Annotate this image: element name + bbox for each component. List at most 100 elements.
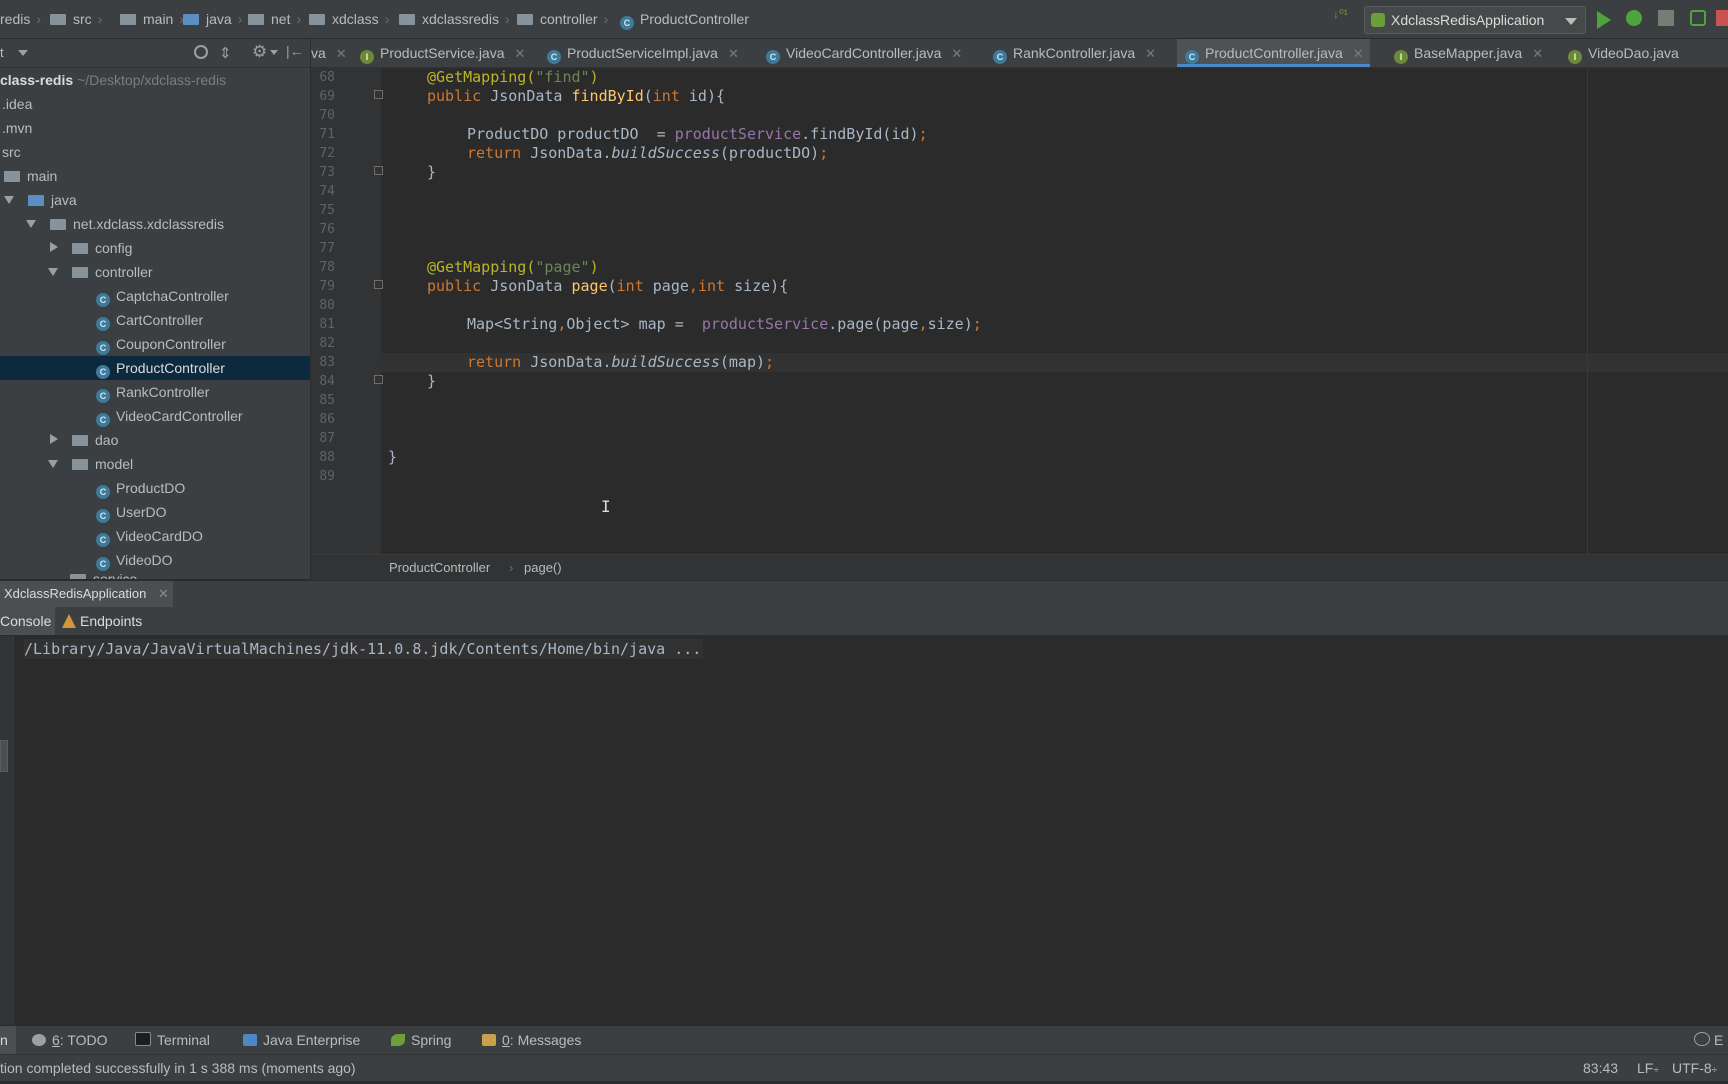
tree-item-mvn[interactable]: .mvn [2,116,32,140]
tree-item-class[interactable]: C CartController [96,308,203,332]
code-line: @GetMapping("page") [427,258,599,276]
tree-item-class[interactable]: C VideoCardDO [96,524,203,548]
breadcrumb-item[interactable]: controller › [517,0,608,38]
chevron-down-icon[interactable] [48,268,58,276]
locate-icon[interactable] [194,45,208,59]
class-icon: C [96,533,110,547]
tree-item-model[interactable]: model [48,452,133,476]
line-number: 79 [319,279,335,294]
tree-item-class[interactable]: C CaptchaController [96,284,229,308]
close-icon[interactable]: ✕ [515,46,526,61]
class-icon: C [620,16,634,30]
tree-item-class-selected[interactable]: C ProductController [0,356,310,380]
close-icon[interactable]: ✕ [1353,46,1364,61]
line-number: 72 [319,146,335,161]
run-tab[interactable]: XdclassRedisApplication ✕ [0,581,173,607]
editor-tab[interactable]: I VideoDao.java [1568,39,1679,67]
stop-icon[interactable] [1716,10,1728,26]
breadcrumb-item[interactable]: net › [248,0,301,38]
editor-tab[interactable]: I BaseMapper.java ✕ [1394,39,1543,67]
breadcrumb-item[interactable]: src › [50,0,102,38]
editor-tab[interactable]: C RankController.java ✕ [993,39,1156,67]
chevron-down-icon[interactable] [48,460,58,468]
toolwindow-terminal[interactable]: Terminal [135,1026,210,1054]
editor-tab-active[interactable]: C ProductController.java ✕ [1177,39,1370,67]
close-icon[interactable]: ✕ [1532,46,1543,61]
tree-item-class[interactable]: C UserDO [96,500,167,524]
chevron-right-icon[interactable] [50,434,58,444]
chevron-right-icon[interactable] [50,242,58,252]
package-icon [72,243,88,254]
editor-breadcrumb-method[interactable]: page() [524,555,562,581]
coverage-icon[interactable] [1658,10,1674,26]
tool-window-bar: n 6: TODO Terminal Java Enterprise Sprin… [0,1025,1728,1054]
tree-item-dao[interactable]: dao [50,428,118,452]
editor-tab[interactable]: va ✕ [311,39,347,67]
toolwindow-messages[interactable]: 0: Messages [482,1026,581,1054]
tree-item-java[interactable]: java [4,188,77,212]
folder-icon [120,14,136,25]
fold-icon[interactable] [374,280,383,289]
toolwindow-event-log[interactable]: E [1694,1026,1723,1054]
code-editor[interactable]: 68 69 70 71 72 73 74 75 76 77 78 79 80 8… [311,68,1728,554]
run-configuration-select[interactable]: XdclassRedisApplication [1364,6,1586,34]
fold-icon[interactable] [374,375,383,384]
gear-icon[interactable]: ⚙ [252,42,267,62]
tree-item-class[interactable]: C VideoDO [96,548,173,572]
status-message[interactable]: tion completed successfully in 1 s 388 m… [0,1055,356,1081]
tree-item-class[interactable]: C ProductDO [96,476,185,500]
project-root-path: ~/Desktop/xdclass-redis [77,72,227,88]
fold-icon[interactable] [374,166,383,175]
package-icon [248,14,264,25]
fold-icon[interactable] [374,90,383,99]
tree-item-project-root[interactable]: class-redis ~/Desktop/xdclass-redis [0,68,226,92]
breadcrumb-item[interactable]: xdclass › [309,0,389,38]
line-number: 89 [319,469,335,484]
chevron-down-icon[interactable] [270,50,278,55]
close-icon[interactable]: ✕ [1145,46,1156,61]
tab-console[interactable]: Console [0,607,56,635]
chevron-down-icon[interactable] [4,196,14,204]
close-icon[interactable]: ✕ [158,586,169,601]
rerun-icon[interactable] [1690,10,1706,26]
toolwindow-run[interactable]: n [0,1026,16,1054]
tree-item-src[interactable]: src [2,140,21,164]
debug-icon[interactable] [1626,10,1642,26]
tree-item-config[interactable]: config [50,236,132,260]
tree-item-class[interactable]: C CouponController [96,332,226,356]
editor-tab[interactable]: I ProductService.java ✕ [360,39,525,67]
breadcrumb-item[interactable]: main › [120,0,184,38]
console-side-handle[interactable] [0,740,8,772]
tab-endpoints[interactable]: Endpoints [62,607,142,635]
close-icon[interactable]: ✕ [951,46,962,61]
chevron-down-icon[interactable] [18,50,28,56]
tree-item-class[interactable]: C RankController [96,380,209,404]
editor-tab[interactable]: C VideoCardController.java ✕ [766,39,962,67]
editor-breadcrumb-class[interactable]: ProductController [389,555,490,581]
breadcrumb-item[interactable]: redis › [0,0,41,38]
close-icon[interactable]: ✕ [336,46,347,61]
console-output[interactable]: /Library/Java/JavaVirtualMachines/jdk-11… [0,636,1728,1025]
tree-item-class[interactable]: C VideoCardController [96,404,243,428]
tree-item-controller[interactable]: controller [48,260,153,284]
tree-item-idea[interactable]: .idea [2,92,32,116]
tree-item-package[interactable]: net.xdclass.xdclassredis [26,212,224,236]
breadcrumb-item[interactable]: java › [183,0,242,38]
sort-icon[interactable]: ↓⁰¹ [1333,8,1355,28]
close-icon[interactable]: ✕ [728,46,739,61]
run-icon[interactable] [1597,11,1611,29]
tree-item-service[interactable]: service [70,571,137,579]
editor-tab[interactable]: C ProductServiceImpl.java ✕ [547,39,739,67]
line-number: 74 [319,184,335,199]
caret-position[interactable]: 83:43 [1583,1055,1618,1081]
toolwindow-java-enterprise[interactable]: Java Enterprise [243,1026,360,1054]
hide-panel-icon[interactable]: |← [286,43,304,59]
tree-item-main[interactable]: main [4,164,57,188]
chevron-down-icon[interactable] [26,220,36,228]
breadcrumb-item[interactable]: C ProductController [620,0,749,38]
toolwindow-todo[interactable]: 6: TODO [32,1026,108,1054]
line-number: 70 [319,108,335,123]
collapse-all-icon[interactable]: ⇕ [219,44,232,62]
breadcrumb-item[interactable]: xdclassredis › [399,0,510,38]
toolwindow-spring[interactable]: Spring [391,1026,451,1054]
